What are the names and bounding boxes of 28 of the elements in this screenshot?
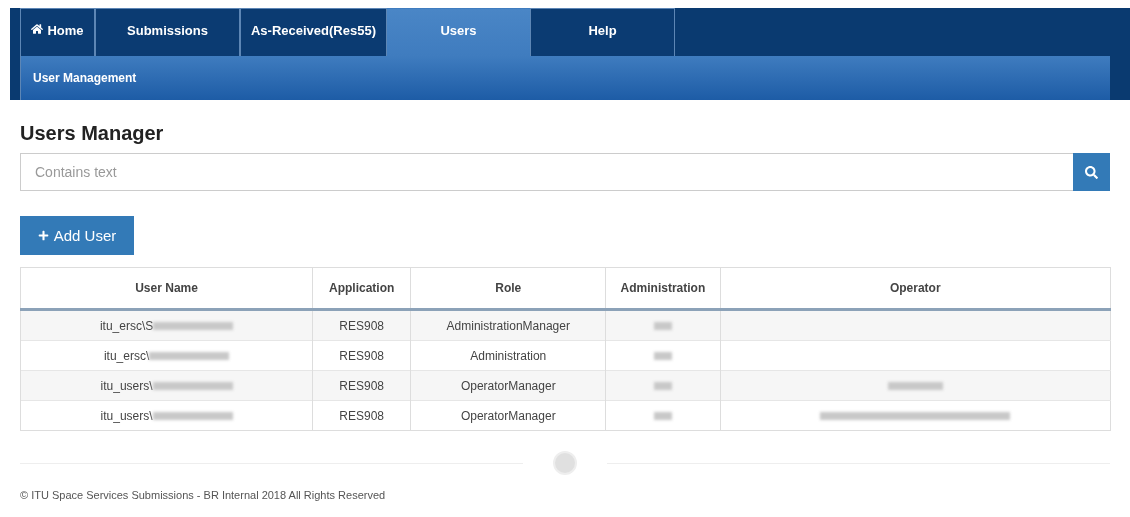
table-cell: AdministrationManager xyxy=(410,309,606,341)
table-cell: RES908 xyxy=(312,400,411,431)
table-cell: OperatorManager xyxy=(410,400,606,431)
redaction-mark xyxy=(887,382,943,391)
page-heading: Users Manager xyxy=(20,122,165,145)
search-field[interactable]: Contains text xyxy=(20,153,1073,191)
table-cell: itu_ersc\ xyxy=(20,340,313,371)
table-cell: RES908 xyxy=(312,340,411,371)
table-cell: OperatorManager xyxy=(410,370,606,401)
footer-text: © ITU Space Services Submissions - BR Internal 2018 All Rights Reserved xyxy=(20,489,387,501)
table-cell: RES908 xyxy=(312,370,411,401)
search-icon xyxy=(1085,165,1098,179)
table-cell: Administration xyxy=(410,340,606,371)
nav-tab[interactable]: Users xyxy=(387,8,530,56)
nav-tab[interactable]: Submissions xyxy=(95,8,240,56)
nav-tab[interactable]: Help xyxy=(530,8,675,56)
home-icon xyxy=(31,23,44,35)
search-button[interactable] xyxy=(1073,153,1110,191)
nav-tab[interactable]: Home xyxy=(20,8,95,56)
table-cell: itu_users\ xyxy=(20,400,313,431)
subnav-link[interactable]: User Management xyxy=(33,71,137,85)
table-cell: RES908 xyxy=(312,309,411,341)
nav-tab[interactable]: As-Received(Res55) xyxy=(240,8,387,56)
table-cell: itu_ersc\S xyxy=(20,309,313,341)
circle-icon xyxy=(553,451,577,475)
plus-icon xyxy=(37,230,49,241)
add-user-button[interactable]: Add User xyxy=(20,216,134,255)
table-cell: itu_users\ xyxy=(20,370,313,401)
